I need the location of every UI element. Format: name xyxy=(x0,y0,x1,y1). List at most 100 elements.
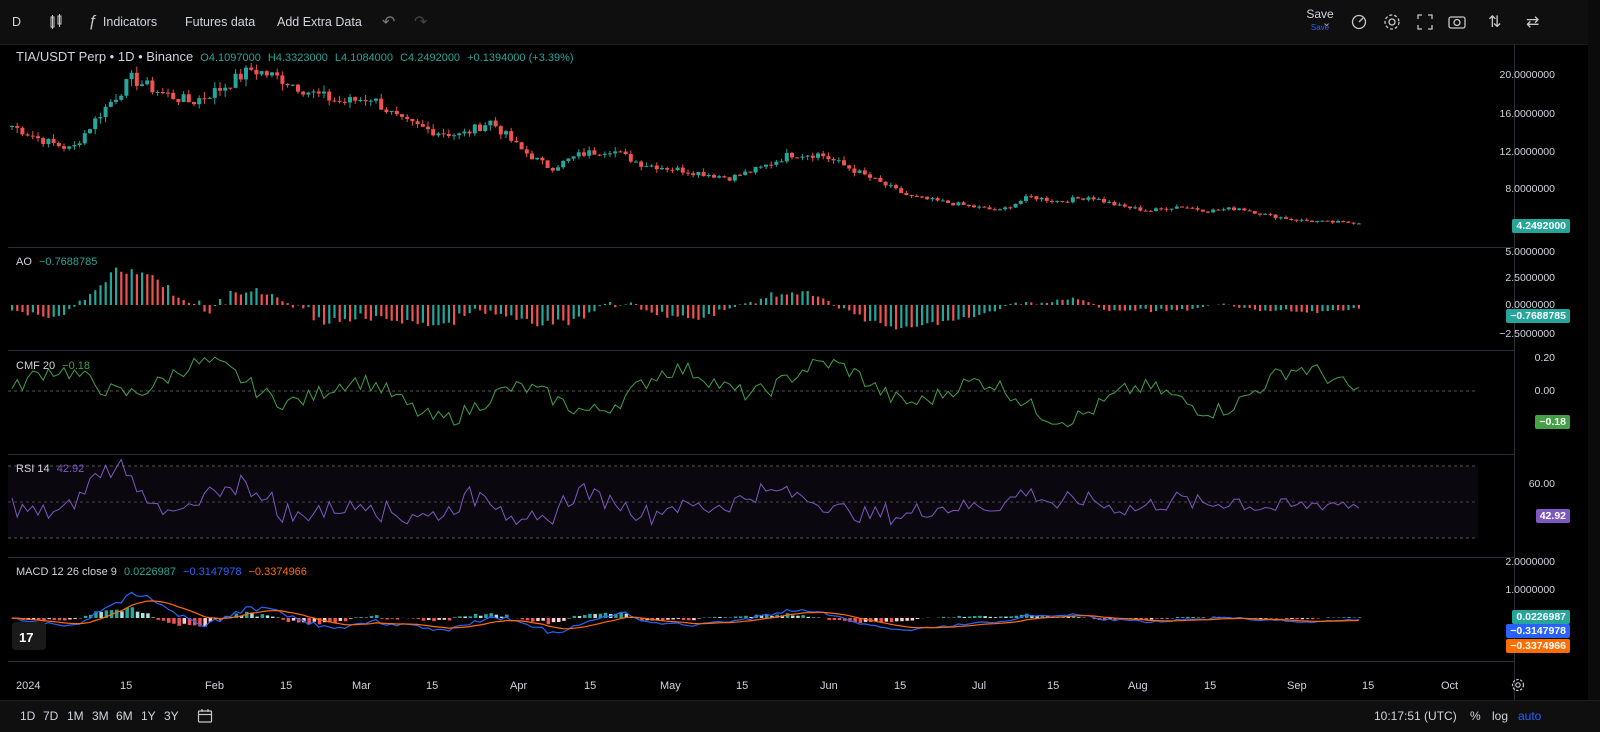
save-dropdown[interactable]: ⌄ xyxy=(1322,0,1331,44)
ao-bar xyxy=(510,305,512,315)
ao-bar xyxy=(791,292,793,305)
time-axis-label: Aug xyxy=(1128,680,1148,692)
ao-bar xyxy=(1041,303,1043,305)
axis-settings-button[interactable] xyxy=(1511,678,1525,695)
ao-bar xyxy=(755,303,757,305)
ao-bar xyxy=(599,305,601,306)
candle-body xyxy=(842,160,846,165)
ao-bar xyxy=(1181,305,1183,309)
ao-bar xyxy=(1025,302,1027,305)
undo-button[interactable]: ↶ xyxy=(382,0,395,44)
log-toggle[interactable]: log xyxy=(1492,700,1508,731)
candle-body xyxy=(98,117,102,118)
add-extra-data-button[interactable]: Add Extra Data xyxy=(277,0,362,44)
candle-body xyxy=(1112,202,1116,205)
macd-hist-bar xyxy=(333,618,337,623)
ao-bar xyxy=(505,305,507,317)
ao-bar xyxy=(224,304,226,305)
clock-timezone[interactable]: 10:17:51 (UTC) xyxy=(1374,700,1457,731)
sort-button[interactable]: ⇅ xyxy=(1488,0,1501,44)
range-3m-button[interactable]: 3M xyxy=(92,700,109,731)
ao-bar xyxy=(1020,304,1022,305)
interval-label: D xyxy=(12,15,21,29)
goto-date-button[interactable] xyxy=(197,700,213,731)
ao-bar xyxy=(983,305,985,313)
fullscreen-button[interactable] xyxy=(1417,0,1433,44)
rsi-value: 42.92 xyxy=(57,463,85,475)
range-6m-button[interactable]: 6M xyxy=(116,700,133,731)
range-1m-button[interactable]: 1M xyxy=(67,700,84,731)
ao-bar xyxy=(479,305,481,310)
ao-bar xyxy=(1077,299,1079,305)
candle-body xyxy=(468,132,472,134)
pane-divider[interactable] xyxy=(8,557,1514,558)
alert-button[interactable] xyxy=(1350,0,1368,44)
candle-body xyxy=(421,124,425,127)
candle-body xyxy=(213,88,217,98)
ao-value-tag: −0.7688785 xyxy=(1506,309,1570,323)
candle-body xyxy=(930,198,934,199)
macd-hist-bar xyxy=(469,616,473,618)
redo-icon: ↷ xyxy=(414,12,427,32)
candle-body xyxy=(681,168,685,173)
ao-bar xyxy=(1061,300,1063,305)
swap-button[interactable]: ⇄ xyxy=(1526,0,1539,44)
candle-body xyxy=(275,72,279,75)
ao-bar xyxy=(978,305,980,315)
ao-bar xyxy=(188,303,190,305)
range-3y-button[interactable]: 3Y xyxy=(164,700,179,731)
interval-button[interactable]: D xyxy=(12,0,21,44)
percent-toggle[interactable]: % xyxy=(1470,700,1481,731)
macd-hist-bar xyxy=(287,618,291,622)
ao-bar xyxy=(453,305,455,325)
range-1y-button[interactable]: 1Y xyxy=(141,700,156,731)
chart-type-button[interactable] xyxy=(48,0,64,44)
last-price-tag: 4.2492000 xyxy=(1512,219,1570,233)
candle-body xyxy=(686,173,690,174)
macd-hist-bar xyxy=(942,617,946,618)
macd-hist-bar xyxy=(536,618,540,621)
pane-divider xyxy=(8,661,1514,662)
redo-button[interactable]: ↷ xyxy=(414,0,427,44)
macd-hist-bar xyxy=(183,618,187,624)
ao-bar xyxy=(630,302,632,305)
candle-body xyxy=(442,133,446,134)
auto-toggle[interactable]: auto xyxy=(1518,700,1541,731)
macd-hist-bar xyxy=(744,616,748,618)
candle-body xyxy=(228,88,232,89)
candle-body xyxy=(1331,221,1335,223)
macd-axis-label: 2.0000000 xyxy=(1505,556,1555,568)
ao-bar xyxy=(604,304,606,305)
candle-body xyxy=(1211,210,1215,213)
macd-hist-bar xyxy=(380,618,384,619)
candle-body xyxy=(410,119,414,121)
ao-bar xyxy=(833,305,835,306)
ao-bar xyxy=(63,305,65,315)
candle-body xyxy=(1123,205,1127,207)
ao-bar xyxy=(120,272,122,305)
ao-bar xyxy=(443,305,445,323)
candle-body xyxy=(1294,220,1298,221)
settings-button[interactable] xyxy=(1383,0,1401,44)
chart-canvas[interactable]: 17 xyxy=(8,44,1514,675)
ao-bar xyxy=(708,305,710,314)
macd-hist-bar xyxy=(255,617,259,618)
macd-hist-bar xyxy=(292,618,296,621)
candle-body xyxy=(57,143,61,146)
futures-data-button[interactable]: Futures data xyxy=(185,0,255,44)
pane-divider[interactable] xyxy=(8,454,1514,455)
candle-body xyxy=(1008,207,1012,208)
candle-body xyxy=(286,84,290,85)
save-button[interactable]: Save Save xyxy=(1300,8,1340,34)
price-axis-label: 20.0000000 xyxy=(1500,69,1555,81)
candle-body xyxy=(187,94,191,102)
pane-divider[interactable] xyxy=(8,247,1514,248)
indicators-button[interactable]: ƒ Indicators xyxy=(88,0,157,44)
pane-divider[interactable] xyxy=(8,350,1514,351)
candle-body xyxy=(67,146,71,148)
range-1d-button[interactable]: 1D xyxy=(20,700,35,731)
ao-bar xyxy=(697,305,699,320)
candle-body xyxy=(1014,204,1018,208)
screenshot-button[interactable] xyxy=(1448,0,1466,44)
range-7d-button[interactable]: 7D xyxy=(43,700,58,731)
